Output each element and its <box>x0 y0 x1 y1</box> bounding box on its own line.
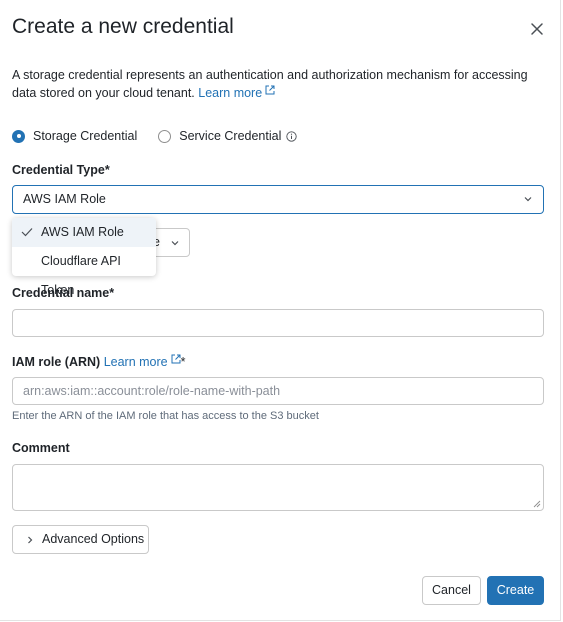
iam-role-arn-input[interactable]: arn:aws:iam::account:role/role-name-with… <box>12 377 544 405</box>
service-credential-label[interactable]: Service Credential <box>179 129 281 143</box>
create-button[interactable]: Create <box>487 576 544 605</box>
description-text: A storage credential represents an authe… <box>12 68 528 100</box>
dropdown-option-label: AWS IAM Role <box>41 225 124 239</box>
credential-type-label: Credential Type* <box>12 163 110 177</box>
advanced-options-toggle[interactable]: Advanced Options <box>12 525 149 554</box>
storage-credential-label[interactable]: Storage Credential <box>33 129 137 143</box>
storage-credential-radio[interactable] <box>12 129 25 143</box>
checkmark-icon <box>21 228 33 237</box>
dropdown-option-aws-iam-role[interactable]: AWS IAM Role <box>12 218 156 247</box>
info-icon[interactable] <box>286 130 298 142</box>
comment-label: Comment <box>12 441 70 455</box>
chevron-right-icon <box>28 536 33 544</box>
iam-role-hint: Enter the ARN of the IAM role that has a… <box>12 410 319 422</box>
credential-type-dropdown: AWS IAM Role Cloudflare API Token <box>12 218 156 297</box>
learn-more-link[interactable]: Learn more <box>198 86 262 100</box>
required-mark: * <box>180 355 186 369</box>
external-link-icon[interactable] <box>171 354 181 364</box>
cancel-button[interactable]: Cancel <box>422 576 481 605</box>
iam-role-label: IAM role (ARN) <box>12 355 101 369</box>
comment-textarea[interactable] <box>12 464 544 511</box>
credential-type-value: AWS IAM Role <box>23 192 106 206</box>
resize-handle-icon[interactable] <box>533 500 541 508</box>
service-credential-radio[interactable] <box>158 129 172 143</box>
dialog-title: Create a new credential <box>12 15 234 38</box>
credential-name-input[interactable] <box>12 309 544 337</box>
external-link-icon[interactable] <box>265 85 275 95</box>
dialog-description: A storage credential represents an authe… <box>12 66 542 102</box>
iam-learn-more-link[interactable]: Learn more <box>104 355 168 369</box>
advanced-options-label: Advanced Options <box>42 532 145 546</box>
iam-role-placeholder: arn:aws:iam::account:role/role-name-with… <box>23 384 281 398</box>
dropdown-option-cloudflare-api-token[interactable]: Cloudflare API Token <box>12 247 156 297</box>
chevron-down-icon <box>524 197 532 202</box>
credential-type-select[interactable]: AWS IAM Role <box>12 185 544 214</box>
create-credential-dialog: Create a new credential A storage creden… <box>0 0 561 621</box>
chevron-down-icon <box>171 241 179 246</box>
close-icon[interactable] <box>526 18 548 40</box>
iam-role-label-row: IAM role (ARN) Learn more * <box>12 354 186 369</box>
credential-kind-group: Storage Credential Service Credential <box>12 129 298 143</box>
